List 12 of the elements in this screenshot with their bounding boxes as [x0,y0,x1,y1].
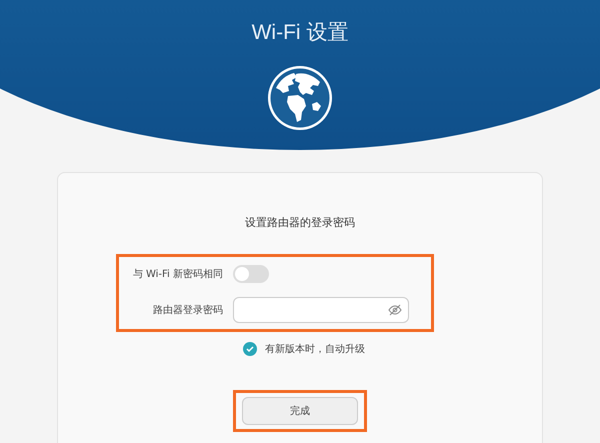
field-label: 路由器登录密码 [152,304,223,317]
toggle-label: 与 Wi-Fi 新密码相同 [132,268,223,281]
page-title: Wi-Fi 设置 [252,20,348,46]
checkbox[interactable] [243,342,257,356]
password-field[interactable] [233,297,409,323]
finish-button[interactable]: 完成 [242,397,358,425]
globe-icon [266,64,334,132]
check-icon [246,345,254,353]
eye-hidden-icon[interactable] [388,304,402,316]
checkbox-label: 有新版本时，自动升级 [265,342,365,356]
form-title: 设置路由器的登录密码 [245,215,355,230]
toggle-switch[interactable] [233,265,269,283]
